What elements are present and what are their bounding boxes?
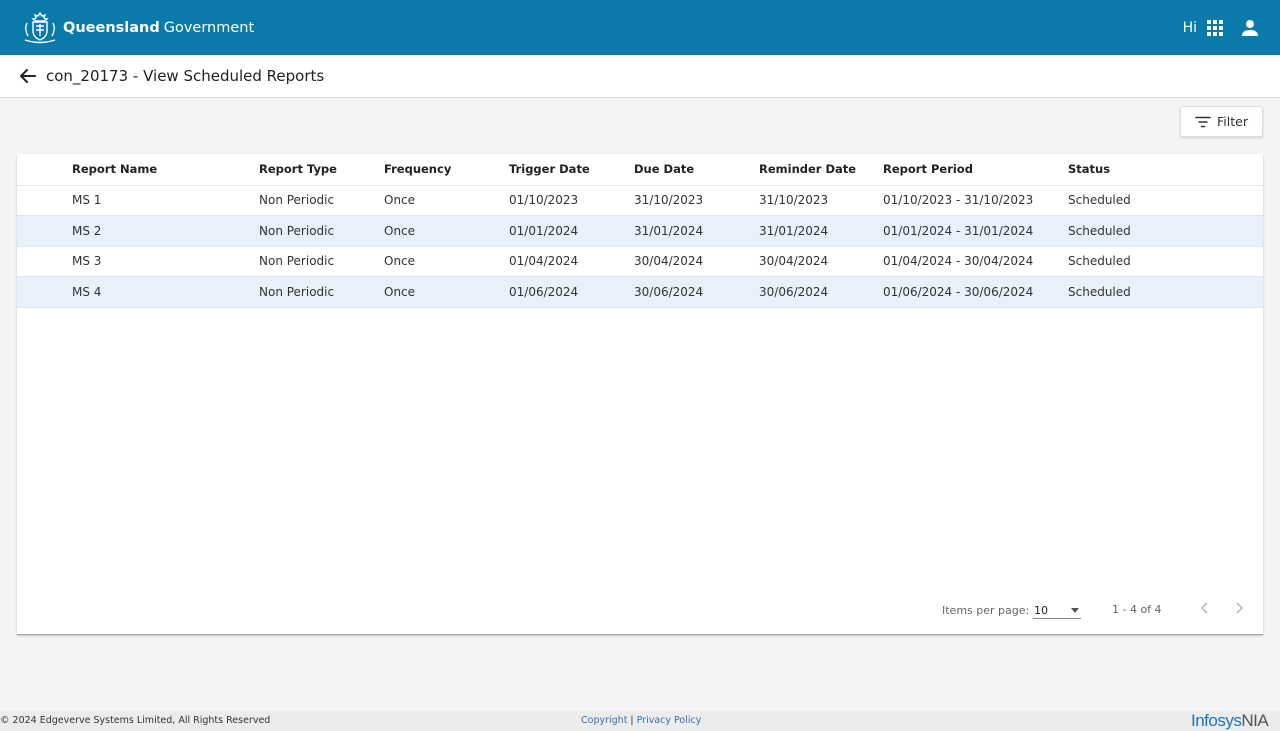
page-title-bar: con_20173 - View Scheduled Reports (0, 55, 1280, 98)
table-row[interactable]: MS 1 Non Periodic Once 01/10/2023 31/10/… (17, 185, 1263, 216)
page-title: con_20173 - View Scheduled Reports (46, 67, 325, 85)
cell-trigger-date: 01/04/2024 (509, 246, 634, 277)
user-account-icon[interactable] (1240, 18, 1260, 38)
cell-report-period: 01/10/2023 - 31/10/2023 (883, 185, 1068, 216)
footer-separator: | (630, 715, 634, 726)
cell-frequency: Once (384, 215, 509, 247)
column-header-due-date[interactable]: Due Date (634, 154, 759, 186)
cell-frequency: Once (384, 185, 509, 216)
cell-trigger-date: 01/10/2023 (509, 185, 634, 216)
cell-reminder-date: 31/01/2024 (759, 215, 883, 247)
cell-due-date: 30/04/2024 (634, 246, 759, 277)
cell-frequency: Once (384, 246, 509, 277)
privacy-policy-link[interactable]: Privacy Policy (637, 715, 702, 726)
cell-reminder-date: 30/04/2024 (759, 246, 883, 277)
cell-report-type: Non Periodic (259, 215, 384, 247)
column-header-frequency[interactable]: Frequency (384, 154, 509, 186)
cell-status: Scheduled (1068, 185, 1263, 216)
brand-name-light: Government (163, 19, 255, 36)
brand-name-bold: Queensland (63, 19, 160, 36)
cell-trigger-date: 01/01/2024 (509, 215, 634, 247)
filter-button[interactable]: Filter (1180, 106, 1263, 137)
logo-nia-text: NIA (1241, 711, 1269, 730)
cell-report-type: Non Periodic (259, 246, 384, 277)
reports-table-card: Report Name Report Type Frequency Trigge… (17, 154, 1263, 635)
column-header-trigger-date[interactable]: Trigger Date (509, 154, 634, 186)
cell-due-date: 31/10/2023 (634, 185, 759, 216)
column-header-report-type[interactable]: Report Type (259, 154, 384, 186)
column-header-report-period[interactable]: Report Period (883, 154, 1068, 186)
cell-report-name: MS 4 (17, 276, 259, 308)
column-header-status[interactable]: Status (1068, 154, 1263, 186)
cell-reminder-date: 31/10/2023 (759, 185, 883, 216)
cell-report-period: 01/04/2024 - 30/04/2024 (883, 246, 1068, 277)
cell-status: Scheduled (1068, 276, 1263, 308)
table-header-row: Report Name Report Type Frequency Trigge… (17, 154, 1263, 186)
cell-report-period: 01/01/2024 - 31/01/2024 (883, 215, 1068, 247)
apps-grid-icon[interactable] (1207, 19, 1223, 36)
table-row[interactable]: MS 4 Non Periodic Once 01/06/2024 30/06/… (17, 276, 1263, 308)
next-page-icon[interactable] (1231, 600, 1247, 616)
filter-button-label: Filter (1217, 114, 1248, 129)
greeting-text: Hi (1182, 19, 1197, 36)
cell-report-name: MS 1 (17, 185, 259, 216)
filter-icon (1195, 116, 1211, 128)
cell-status: Scheduled (1068, 246, 1263, 277)
brand-logo[interactable]: Queensland Government (20, 11, 254, 45)
cell-due-date: 31/01/2024 (634, 215, 759, 247)
cell-report-name: MS 3 (17, 246, 259, 277)
page-footer: © 2024 Edgeverve Systems Limited, All Ri… (0, 711, 1280, 731)
items-per-page-value: 10 (1034, 604, 1048, 617)
infosys-nia-logo: InfosysNIA (1191, 711, 1269, 731)
cell-report-name: MS 2 (17, 215, 259, 247)
cell-frequency: Once (384, 276, 509, 308)
items-per-page-label: Items per page: (942, 604, 1030, 617)
app-header: Queensland Government Hi (0, 0, 1280, 55)
paginator: Items per page: 10 1 - 4 of 4 (17, 594, 1263, 624)
scheduled-reports-table: Report Name Report Type Frequency Trigge… (17, 154, 1263, 308)
cell-report-type: Non Periodic (259, 185, 384, 216)
cell-trigger-date: 01/06/2024 (509, 276, 634, 308)
table-row[interactable]: MS 3 Non Periodic Once 01/04/2024 30/04/… (17, 246, 1263, 277)
queensland-crest-icon (20, 11, 60, 45)
logo-infosys-text: Infosys (1191, 711, 1242, 730)
copyright-text: © 2024 Edgeverve Systems Limited, All Ri… (0, 715, 271, 726)
table-row[interactable]: MS 2 Non Periodic Once 01/01/2024 31/01/… (17, 215, 1263, 247)
copyright-link[interactable]: Copyright (581, 715, 627, 726)
cell-report-period: 01/06/2024 - 30/06/2024 (883, 276, 1068, 308)
cell-due-date: 30/06/2024 (634, 276, 759, 308)
previous-page-icon[interactable] (1197, 600, 1213, 616)
cell-reminder-date: 30/06/2024 (759, 276, 883, 308)
page-range-label: 1 - 4 of 4 (1112, 603, 1162, 616)
items-per-page-select[interactable]: 10 (1033, 597, 1081, 619)
back-arrow-icon[interactable] (18, 66, 38, 86)
cell-report-type: Non Periodic (259, 276, 384, 308)
dropdown-caret-icon (1071, 608, 1079, 613)
cell-status: Scheduled (1068, 215, 1263, 247)
column-header-reminder-date[interactable]: Reminder Date (759, 154, 883, 186)
column-header-report-name[interactable]: Report Name (17, 154, 259, 186)
